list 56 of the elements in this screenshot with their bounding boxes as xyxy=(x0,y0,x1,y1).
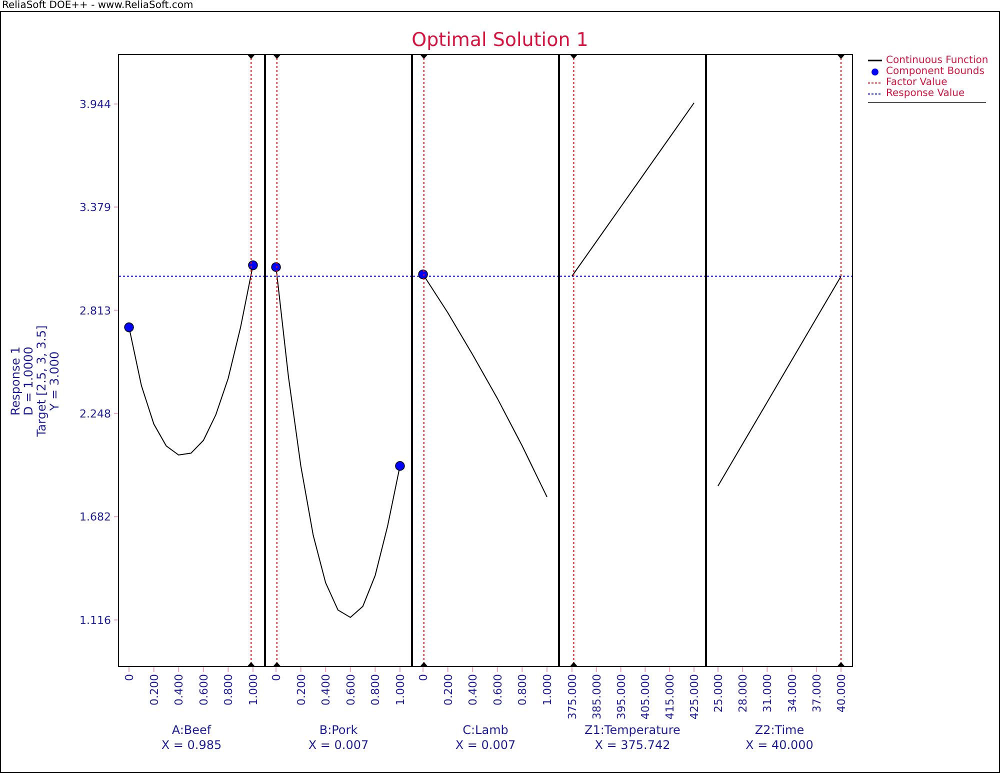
y-tick-label: 3.944 xyxy=(80,98,111,111)
x-tick-label: 1.000 xyxy=(394,674,407,706)
factor-name: B:Pork xyxy=(319,723,358,738)
factor-name: Z1:Temperature xyxy=(584,723,680,738)
x-tick-label: 34.000 xyxy=(786,674,799,712)
y-tick-label: 3.379 xyxy=(80,201,111,214)
x-tick-label: 395.000 xyxy=(614,674,628,720)
x-tick-label: 0.600 xyxy=(491,674,504,706)
x-tick-label: 0.600 xyxy=(344,674,358,706)
factor-name: A:Beef xyxy=(172,723,212,738)
x-tick-label: 0.400 xyxy=(172,674,186,706)
factor-setting: X = 0.985 xyxy=(161,738,222,753)
y-tick-label: 2.813 xyxy=(80,304,111,318)
x-tick-label: 405.000 xyxy=(639,674,652,720)
factor-name: C:Lamb xyxy=(462,723,508,738)
x-tick-label: 31.000 xyxy=(761,674,774,712)
x-tick-label: 425.000 xyxy=(688,674,702,720)
y-tick-label: 1.116 xyxy=(80,614,111,627)
x-tick-label: 0.200 xyxy=(294,674,308,706)
title-bar: ReliaSoft DOE++ - www.ReliaSoft.com xyxy=(0,0,1000,12)
x-tick-label: 0 xyxy=(270,674,284,681)
x-tick-label: 375.000 xyxy=(566,674,579,720)
response-label: Y = 3.000 xyxy=(49,350,62,410)
x-tick-label: 1.000 xyxy=(540,674,554,706)
legend-label: Continuous Function xyxy=(886,55,988,66)
x-tick-label: 0.200 xyxy=(442,674,455,706)
x-tick-label: 0.800 xyxy=(369,674,382,706)
x-tick-label: 28.000 xyxy=(736,674,750,712)
factor-setting: X = 40.000 xyxy=(746,738,814,753)
factor-setting: X = 0.007 xyxy=(308,738,369,753)
legend-label: Response Value xyxy=(886,88,965,99)
x-tick-label: 1.000 xyxy=(246,674,260,706)
response-label: D = 1.0000 xyxy=(23,346,36,415)
response-label: Response 1 xyxy=(10,346,23,416)
factor-setting: X = 0.007 xyxy=(455,738,516,753)
x-tick-label: 0.800 xyxy=(516,674,530,706)
x-tick-label: 0.400 xyxy=(320,674,333,706)
response-label: Target [2.5, 3, 3.5] xyxy=(36,324,49,436)
x-tick-label: 0.200 xyxy=(148,674,161,706)
x-tick-label: 385.000 xyxy=(590,674,604,720)
x-tick-label: 0.400 xyxy=(466,674,480,706)
x-tick-label: 0 xyxy=(417,674,430,681)
y-tick-label: 2.248 xyxy=(80,407,111,420)
x-tick-label: 0.800 xyxy=(222,674,236,706)
x-tick-label: 415.000 xyxy=(664,674,677,720)
y-tick-label: 1.682 xyxy=(80,510,111,524)
x-tick-label: 40.000 xyxy=(835,674,848,712)
factor-setting: X = 375.742 xyxy=(594,738,670,753)
chart-title: Optimal Solution 1 xyxy=(412,28,588,52)
legend-label: Component Bounds xyxy=(886,66,984,77)
x-tick-label: 0.600 xyxy=(197,674,210,706)
x-tick-label: 37.000 xyxy=(810,674,824,712)
x-tick-label: 25.000 xyxy=(712,674,725,712)
legend-label: Factor Value xyxy=(886,77,948,88)
factor-name: Z2:Time xyxy=(754,723,804,738)
x-tick-label: 0 xyxy=(123,674,136,681)
